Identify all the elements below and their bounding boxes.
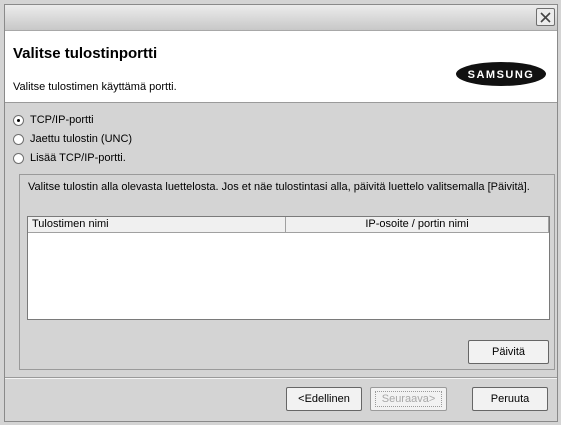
close-button[interactable]: [536, 8, 555, 26]
next-button[interactable]: Seuraava>: [370, 387, 447, 411]
printer-list[interactable]: Tulostimen nimi IP-osoite / portin nimi: [27, 216, 550, 320]
page-subtitle: Valitse tulostimen käyttämä portti.: [13, 81, 177, 93]
group-description: Valitse tulostin alla olevasta luettelos…: [28, 181, 530, 193]
radio-button-checked[interactable]: [13, 114, 24, 126]
radio-label: TCP/IP-portti: [30, 114, 94, 126]
title-bar: [5, 5, 557, 31]
radio-shared-printer[interactable]: Jaettu tulostin (UNC): [13, 131, 132, 147]
printer-list-group: Valitse tulostin alla olevasta luettelos…: [19, 174, 555, 370]
column-header-ip-address[interactable]: IP-osoite / portin nimi: [286, 217, 549, 233]
page-title: Valitse tulostinportti: [13, 45, 158, 62]
radio-button[interactable]: [13, 152, 24, 164]
close-icon: [540, 11, 551, 23]
wizard-header: Valitse tulostinportti Valitse tulostime…: [5, 31, 557, 103]
radio-add-tcpip-port[interactable]: Lisää TCP/IP-portti.: [13, 150, 126, 166]
radio-label: Jaettu tulostin (UNC): [30, 133, 133, 145]
list-header: Tulostimen nimi IP-osoite / portin nimi: [28, 217, 549, 233]
radio-label: Lisää TCP/IP-portti.: [30, 152, 126, 164]
radio-button[interactable]: [13, 133, 24, 145]
footer-divider: [5, 377, 557, 379]
samsung-logo: SAMSUNG: [456, 62, 546, 86]
dialog-window: Valitse tulostinportti Valitse tulostime…: [4, 4, 558, 422]
next-button-label: Seuraava>: [374, 391, 443, 407]
cancel-button[interactable]: Peruuta: [472, 387, 548, 411]
back-button[interactable]: <Edellinen: [286, 387, 362, 411]
svg-text:SAMSUNG: SAMSUNG: [468, 69, 535, 81]
column-header-printer-name[interactable]: Tulostimen nimi: [28, 217, 286, 233]
refresh-button[interactable]: Päivitä: [468, 340, 549, 364]
radio-tcpip-port[interactable]: TCP/IP-portti: [13, 112, 94, 128]
